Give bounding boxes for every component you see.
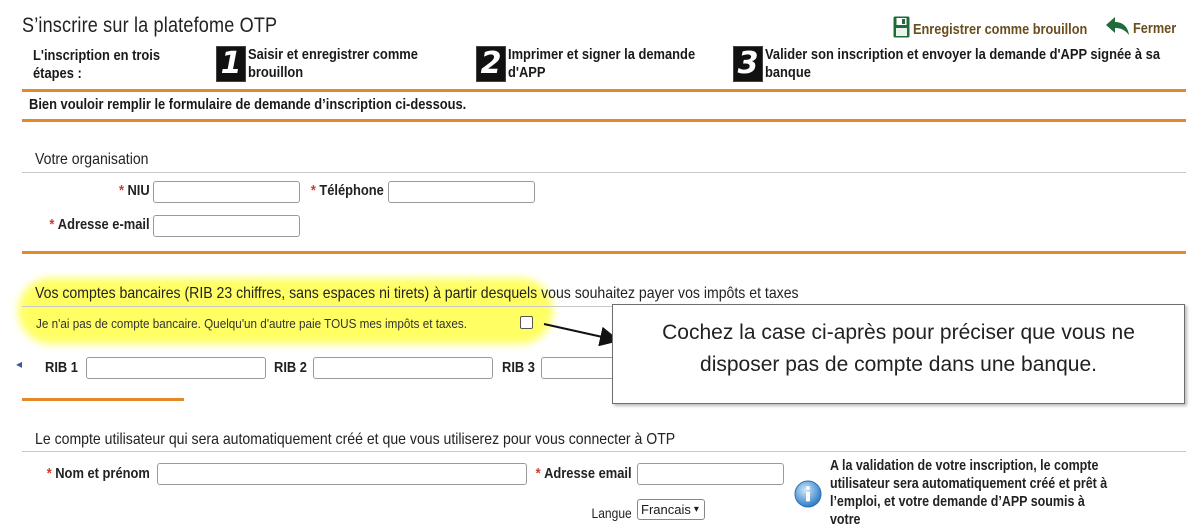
section-title-bank: Vos comptes bancaires (RIB 23 chiffres, … (35, 285, 799, 302)
name-label: * Nom et prénom (46, 465, 150, 482)
step-text: Imprimer et signer la demande d'APP (508, 46, 696, 81)
rib2-input[interactable] (313, 357, 493, 379)
rib1-label: RIB 1 (45, 359, 78, 376)
divider (22, 172, 1186, 173)
callout-arrow-icon (543, 323, 620, 346)
caret-left-icon[interactable]: ◂ (16, 357, 22, 371)
info-icon (794, 480, 822, 513)
close-button[interactable]: Fermer (1105, 16, 1184, 40)
info-text: A la validation de votre inscription, le… (830, 458, 1108, 528)
rib3-label: RIB 3 (502, 359, 535, 376)
divider (22, 119, 1186, 122)
language-select[interactable]: Francais ▾ (637, 499, 705, 520)
step-text: Saisir et enregistrer comme brouillon (248, 46, 418, 81)
callout-box: Cochez la case ci-après pour préciser qu… (612, 304, 1185, 404)
user-email-input[interactable] (637, 463, 784, 485)
phone-input[interactable] (388, 181, 535, 203)
divider (22, 251, 1186, 254)
rib2-label: RIB 2 (274, 359, 307, 376)
email-label: * Adresse e-mail (49, 216, 151, 233)
save-draft-button[interactable]: Enregistrer comme brouillon (893, 16, 1118, 42)
step-number: 1 (216, 46, 246, 82)
phone-label: * Téléphone (311, 182, 384, 199)
page-title: S’inscrire sur la platefome OTP (22, 14, 278, 37)
user-email-label: * Adresse email (536, 465, 632, 482)
step-text: Valider son inscription et envoyer la de… (765, 46, 1160, 81)
close-label: Fermer (1133, 19, 1177, 37)
divider (22, 451, 1186, 452)
step-number: 2 (476, 46, 506, 82)
no-account-label: Je n'ai pas de compte bancaire. Quelqu'u… (36, 316, 467, 331)
rib1-input[interactable] (86, 357, 266, 379)
floppy-disk-icon (893, 16, 910, 42)
language-label: Langue (591, 505, 632, 521)
step-1: 1 Saisir et enregistrer comme brouillon (216, 46, 446, 82)
step-number: 3 (733, 46, 763, 82)
form-intro: Bien vouloir remplir le formulaire de de… (29, 96, 467, 113)
back-arrow-icon (1105, 16, 1131, 40)
divider (22, 398, 184, 401)
name-input[interactable] (157, 463, 527, 485)
step-3: 3 Valider son inscription et envoyer la … (733, 46, 1200, 82)
email-input[interactable] (153, 215, 300, 237)
niu-input[interactable] (153, 181, 300, 203)
chevron-down-icon: ▾ (693, 504, 699, 515)
save-draft-label: Enregistrer comme brouillon (913, 20, 1088, 38)
step-2: 2 Imprimer et signer la demande d'APP (476, 46, 726, 82)
divider (22, 89, 1186, 92)
section-title-organisation: Votre organisation (35, 151, 149, 168)
steps-label: L'inscription en trois étapes : (33, 47, 161, 82)
section-title-user-account: Le compte utilisateur qui sera automatiq… (35, 431, 676, 448)
niu-label: * NIU (119, 182, 150, 199)
